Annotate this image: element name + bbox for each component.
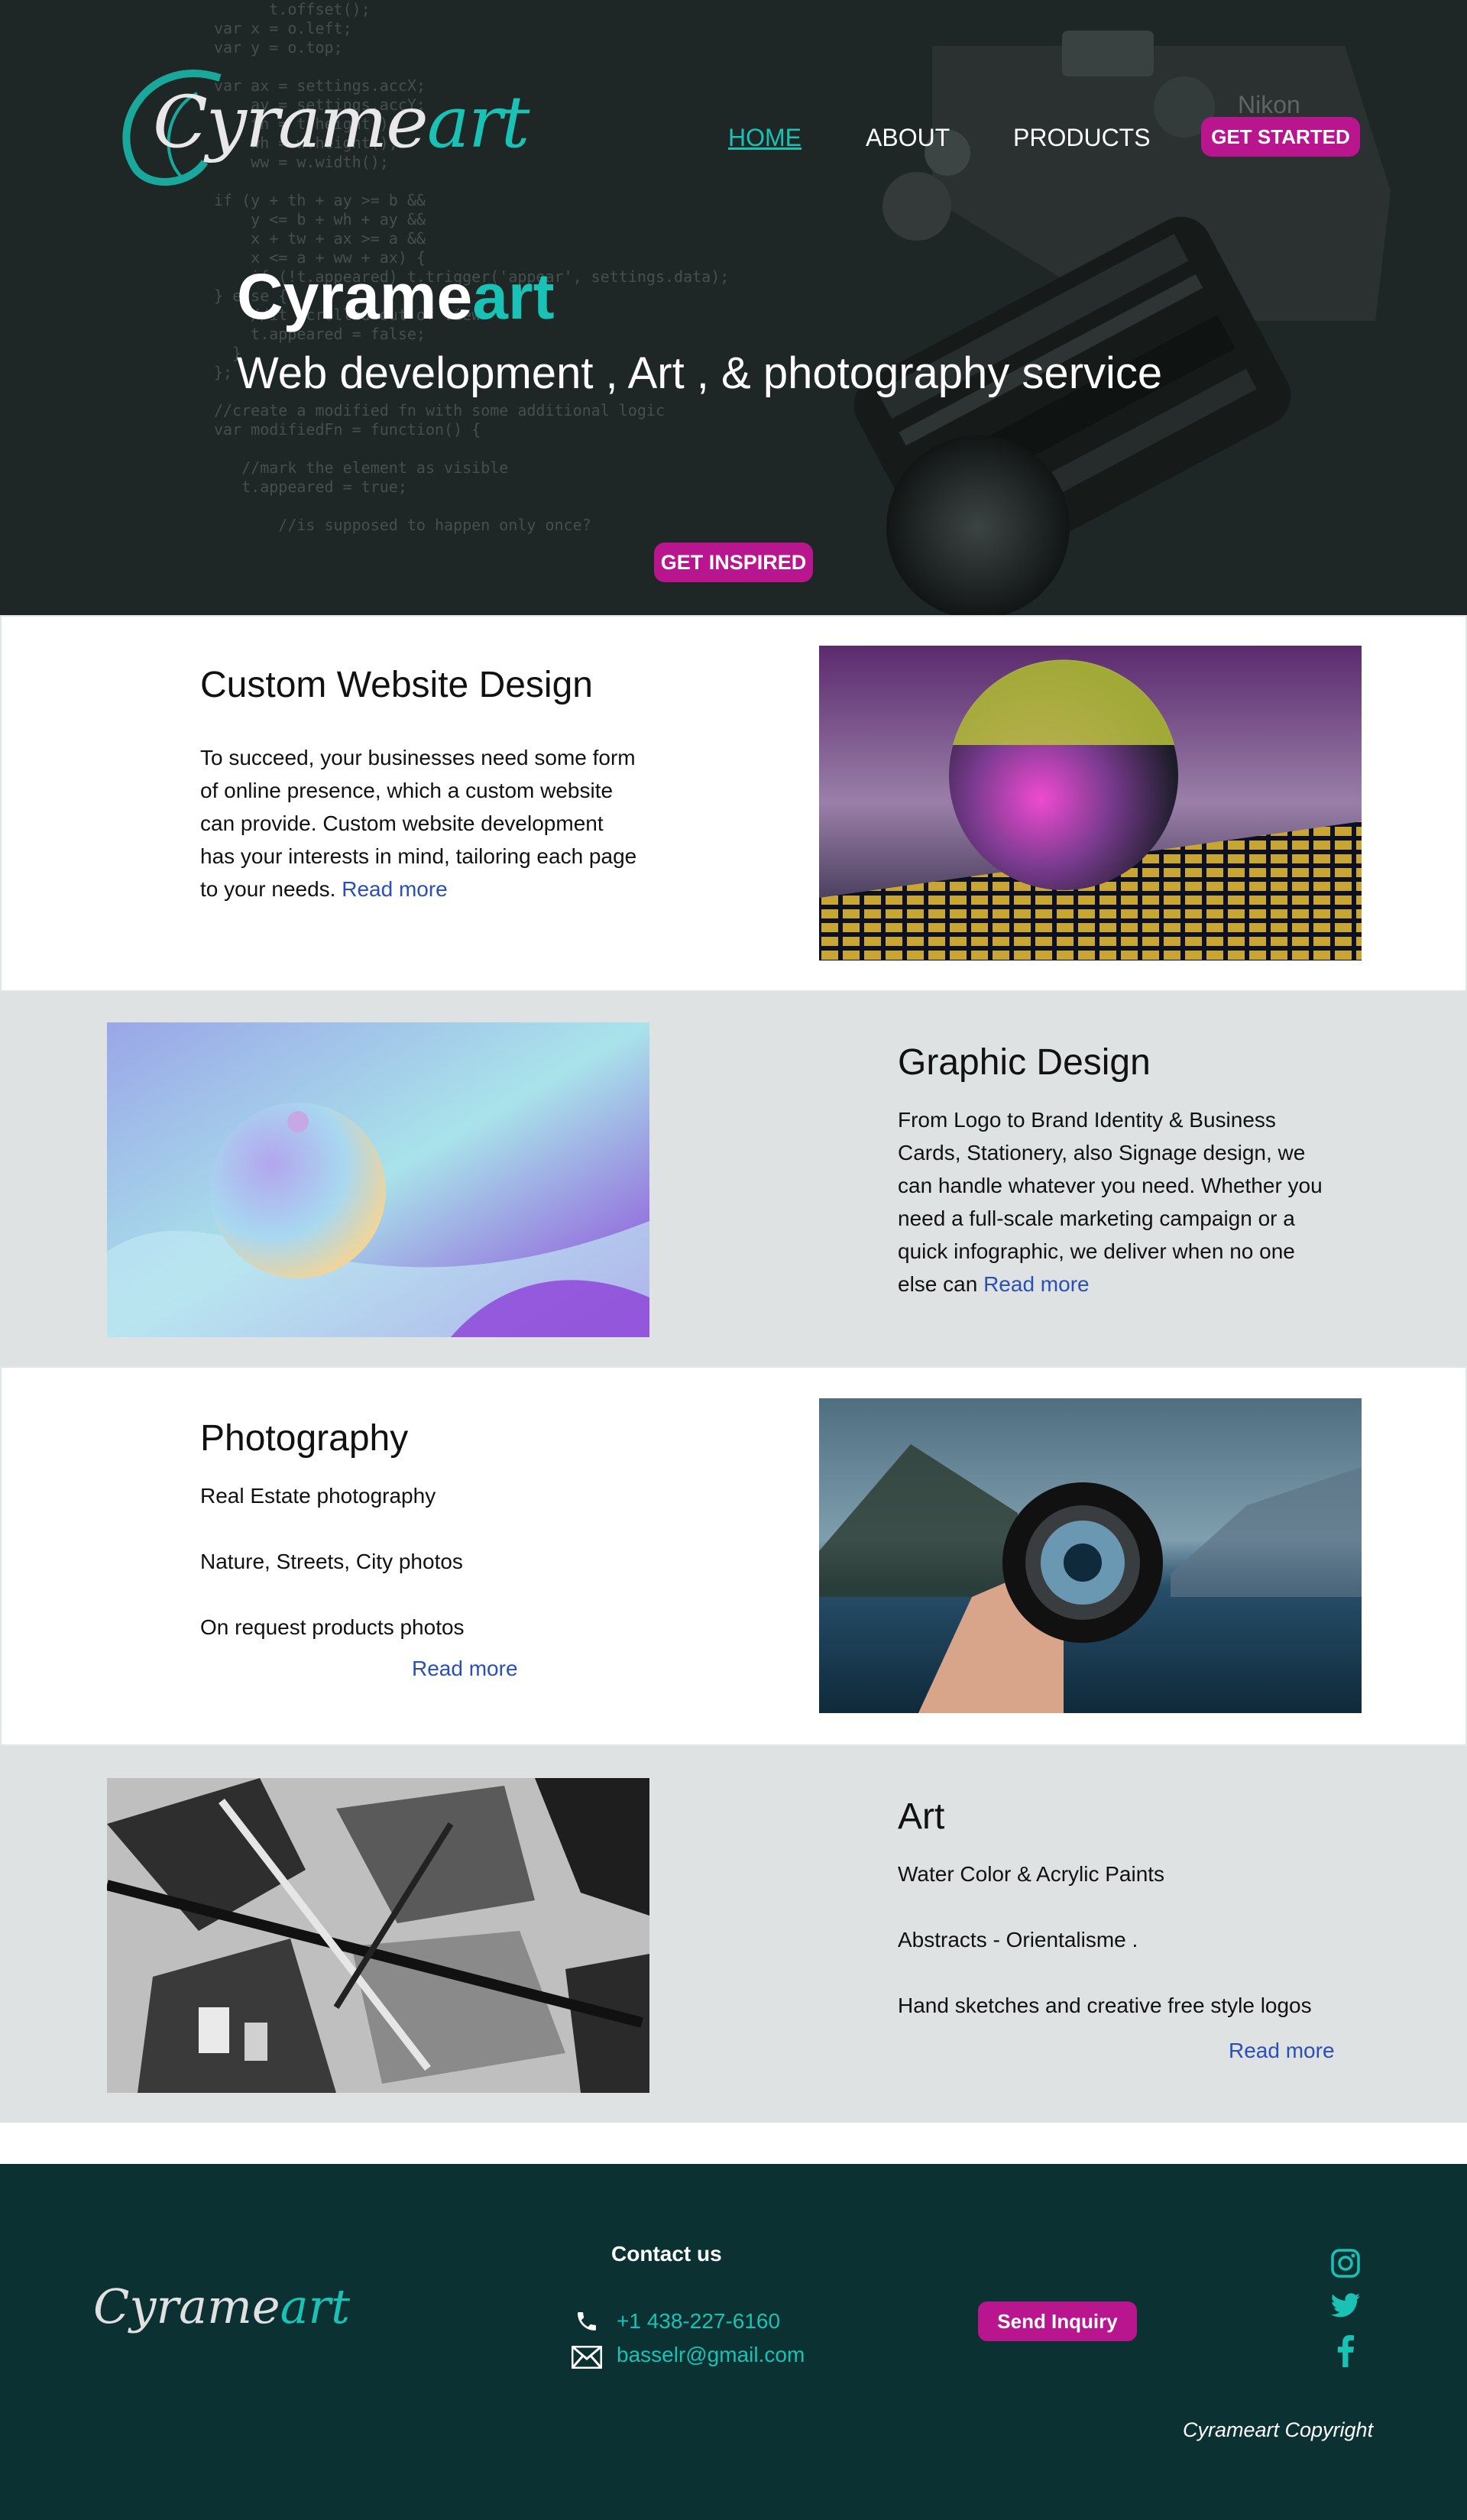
photography-read-more-link[interactable]: Read more xyxy=(412,1657,518,1681)
section-graphic-design: Graphic Design From Logo to Brand Identi… xyxy=(0,992,1467,1366)
site-footer: Cyrameart Contact us +1 438-227-6160 bas… xyxy=(0,2164,1467,2520)
web-design-description: To succeed, your businesses need some fo… xyxy=(200,741,643,905)
web-design-read-more-link[interactable]: Read more xyxy=(342,877,448,901)
lens-in-hand-image xyxy=(819,1398,1362,1713)
web-design-title: Custom Website Design xyxy=(200,665,593,705)
nav-products-link[interactable]: PRODUCTS xyxy=(1013,124,1151,152)
section-art: Art Water Color & Acrylic Paints Abstrac… xyxy=(0,1746,1467,2123)
graphic-design-read-more-link[interactable]: Read more xyxy=(983,1272,1090,1296)
twitter-icon[interactable] xyxy=(1329,2292,1362,2320)
photography-item: Real Estate photography xyxy=(200,1484,436,1508)
photography-list: Real Estate photography Nature, Streets,… xyxy=(200,1479,643,1644)
phone-icon xyxy=(578,2312,596,2331)
facebook-icon[interactable] xyxy=(1336,2335,1355,2367)
email-address[interactable]: basselr@gmail.com xyxy=(617,2343,805,2367)
art-title: Art xyxy=(898,1796,945,1837)
main-navigation: HOME ABOUT PRODUCTS GET STARTED xyxy=(0,115,1467,160)
get-started-button[interactable]: GET STARTED xyxy=(1201,117,1360,157)
abstract-sphere-image xyxy=(107,1022,649,1337)
crystal-ball-image xyxy=(819,646,1362,960)
hero-title: Cyrameart xyxy=(237,260,555,334)
footer-logo-main: Cyrame xyxy=(93,2279,280,2334)
art-list: Water Color & Acrylic Paints Abstracts -… xyxy=(898,1858,1356,2022)
art-item: Water Color & Acrylic Paints xyxy=(898,1862,1165,1886)
photography-item: On request products photos xyxy=(200,1615,465,1639)
graphic-design-body: From Logo to Brand Identity & Business C… xyxy=(898,1108,1323,1296)
section-photography: Photography Real Estate photography Natu… xyxy=(0,1366,1467,1746)
section-web-design: Custom Website Design To succeed, your b… xyxy=(0,615,1467,992)
instagram-icon[interactable] xyxy=(1330,2248,1361,2279)
photography-item: Nature, Streets, City photos xyxy=(200,1550,463,1573)
email-icon xyxy=(572,2346,602,2369)
art-item: Abstracts - Orientalisme . xyxy=(898,1928,1138,1952)
footer-logo-accent: art xyxy=(280,2279,351,2334)
hero-title-main: Cyrame xyxy=(237,261,473,332)
photography-title: Photography xyxy=(200,1418,409,1459)
get-inspired-button[interactable]: GET INSPIRED xyxy=(654,543,813,582)
hero-subtitle: Web development , Art , & photography se… xyxy=(237,348,1163,398)
nav-home-link[interactable]: HOME xyxy=(728,124,802,152)
contact-title: Contact us xyxy=(611,2242,722,2266)
camera-illustration: Nikon xyxy=(810,0,1406,615)
hero-banner: t.offset(); var x = o.left; var y = o.to… xyxy=(0,0,1467,615)
graphic-design-description: From Logo to Brand Identity & Business C… xyxy=(898,1103,1326,1300)
footer-logo[interactable]: Cyrameart xyxy=(93,2279,350,2334)
abstract-painting-image xyxy=(107,1778,649,2093)
send-inquiry-button[interactable]: Send Inquiry xyxy=(978,2301,1137,2341)
nav-about-link[interactable]: ABOUT xyxy=(866,124,950,152)
hero-title-accent: art xyxy=(472,261,555,332)
phone-number[interactable]: +1 438-227-6160 xyxy=(617,2309,780,2334)
art-read-more-link[interactable]: Read more xyxy=(1229,2039,1335,2063)
graphic-design-title: Graphic Design xyxy=(898,1042,1151,1083)
copyright-text: Cyrameart Copyright xyxy=(1183,2418,1374,2441)
art-item: Hand sketches and creative free style lo… xyxy=(898,1994,1312,2017)
